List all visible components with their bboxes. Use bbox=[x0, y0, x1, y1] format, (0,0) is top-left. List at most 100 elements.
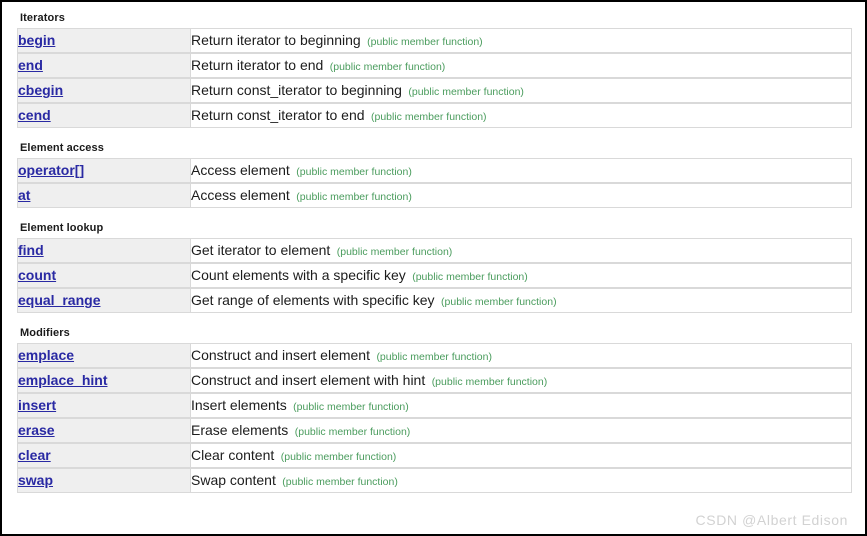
function-name-cell: find bbox=[17, 238, 190, 263]
table-row: cbegin Return const_iterator to beginning… bbox=[17, 78, 852, 103]
table-row: at Access element (public member function… bbox=[17, 183, 852, 208]
function-description: Construct and insert element bbox=[191, 346, 370, 363]
function-link[interactable]: at bbox=[18, 186, 30, 204]
function-description-cell: Clear content (public member function) bbox=[190, 443, 852, 468]
table-row: erase Erase elements (public member funct… bbox=[17, 418, 852, 443]
function-link[interactable]: emplace bbox=[18, 346, 74, 364]
function-description: Count elements with a specific key bbox=[191, 266, 406, 283]
function-link[interactable]: operator[] bbox=[18, 161, 84, 179]
table-row: equal_range Get range of elements with sp… bbox=[17, 288, 852, 313]
function-description-cell: Return const_iterator to end (public mem… bbox=[190, 103, 852, 128]
function-link[interactable]: cbegin bbox=[18, 81, 63, 99]
function-kind-note: (public member function) bbox=[294, 425, 411, 438]
function-kind-note: (public member function) bbox=[282, 475, 398, 488]
function-kind-note: (public member function) bbox=[441, 295, 557, 308]
function-description-cell: Get range of elements with specific key … bbox=[190, 288, 852, 313]
section-iterators: Iterators begin Return iterator to beginni… bbox=[17, 11, 852, 128]
function-kind-note: (public member function) bbox=[367, 35, 483, 48]
function-link[interactable]: erase bbox=[18, 421, 55, 439]
table-row: clear Clear content (public member functi… bbox=[17, 443, 852, 468]
function-link[interactable]: begin bbox=[18, 31, 55, 49]
function-kind-note: (public member function) bbox=[296, 190, 412, 203]
function-name-cell: cbegin bbox=[17, 78, 190, 103]
function-name-cell: cend bbox=[17, 103, 190, 128]
function-description: Return iterator to beginning bbox=[191, 31, 361, 48]
function-name-cell: insert bbox=[17, 393, 190, 418]
function-kind-note: (public member function) bbox=[293, 400, 409, 413]
table-row: emplace Construct and insert element (pub… bbox=[17, 343, 852, 368]
section-title: Element access bbox=[20, 142, 104, 154]
function-table: operator[] Access element (public member … bbox=[17, 158, 852, 208]
reference-page: Iterators begin Return iterator to beginni… bbox=[0, 0, 867, 536]
function-kind-note: (public member function) bbox=[376, 350, 492, 363]
function-name-cell: end bbox=[17, 53, 190, 78]
function-description-cell: Get iterator to element (public member f… bbox=[190, 238, 852, 263]
function-link[interactable]: insert bbox=[18, 396, 56, 414]
function-description: Swap content bbox=[191, 471, 276, 488]
function-link[interactable]: equal_range bbox=[18, 291, 100, 309]
function-kind-note: (public member function) bbox=[431, 375, 548, 388]
function-link[interactable]: find bbox=[18, 241, 44, 259]
function-description: Return iterator to end bbox=[191, 56, 324, 73]
function-name-cell: equal_range bbox=[17, 288, 190, 313]
function-link[interactable]: emplace_hint bbox=[18, 371, 107, 389]
section-modifiers: Modifiers emplace Construct and insert ele… bbox=[17, 326, 852, 493]
section-element-access: Element access operator[] Access element (… bbox=[17, 141, 852, 208]
function-table: emplace Construct and insert element (pub… bbox=[17, 343, 852, 493]
function-link[interactable]: swap bbox=[18, 471, 53, 489]
function-link[interactable]: clear bbox=[18, 446, 51, 464]
function-description-cell: Insert elements (public member function) bbox=[190, 393, 852, 418]
function-kind-note: (public member function) bbox=[329, 60, 446, 73]
function-description-cell: Count elements with a specific key (publ… bbox=[190, 263, 852, 288]
function-description: Insert elements bbox=[191, 396, 287, 413]
function-name-cell: count bbox=[17, 263, 190, 288]
function-description-cell: Access element (public member function) bbox=[190, 158, 852, 183]
table-row: insert Insert elements (public member fun… bbox=[17, 393, 852, 418]
function-name-cell: clear bbox=[17, 443, 190, 468]
function-description: Get range of elements with specific key bbox=[191, 291, 435, 308]
function-kind-note: (public member function) bbox=[336, 245, 453, 258]
function-description-cell: Return const_iterator to beginning (publ… bbox=[190, 78, 852, 103]
function-link[interactable]: end bbox=[18, 56, 43, 74]
function-description-cell: Access element (public member function) bbox=[190, 183, 852, 208]
function-description: Erase elements bbox=[191, 421, 289, 438]
function-description: Get iterator to element bbox=[191, 241, 331, 258]
table-row: cend Return const_iterator to end (public… bbox=[17, 103, 852, 128]
function-description: Access element bbox=[191, 161, 290, 178]
function-name-cell: swap bbox=[17, 468, 190, 493]
table-row: count Count elements with a specific key … bbox=[17, 263, 852, 288]
function-description: Construct and insert element with hint bbox=[191, 371, 426, 388]
function-name-cell: emplace_hint bbox=[17, 368, 190, 393]
table-row: swap Swap content (public member function… bbox=[17, 468, 852, 493]
section-title: Modifiers bbox=[20, 327, 70, 339]
function-kind-note: (public member function) bbox=[412, 270, 528, 283]
section-title: Element lookup bbox=[20, 222, 104, 234]
function-link[interactable]: count bbox=[18, 266, 56, 284]
function-description-cell: Return iterator to end (public member fu… bbox=[190, 53, 852, 78]
function-description-cell: Construct and insert element with hint (… bbox=[190, 368, 852, 393]
function-kind-note: (public member function) bbox=[408, 85, 524, 98]
function-kind-note: (public member function) bbox=[371, 110, 487, 123]
function-kind-note: (public member function) bbox=[296, 165, 412, 178]
table-row: begin Return iterator to beginning (publi… bbox=[17, 28, 852, 53]
section-title: Iterators bbox=[20, 12, 65, 24]
function-link[interactable]: cend bbox=[18, 106, 51, 124]
table-row: operator[] Access element (public member … bbox=[17, 158, 852, 183]
function-description: Return const_iterator to beginning bbox=[191, 81, 402, 98]
function-table: find Get iterator to element (public memb… bbox=[17, 238, 852, 313]
function-name-cell: emplace bbox=[17, 343, 190, 368]
table-row: find Get iterator to element (public memb… bbox=[17, 238, 852, 263]
section-element-lookup: Element lookup find Get iterator to elemen… bbox=[17, 221, 852, 313]
function-name-cell: operator[] bbox=[17, 158, 190, 183]
function-description: Clear content bbox=[191, 446, 275, 463]
function-description: Access element bbox=[191, 186, 290, 203]
function-name-cell: erase bbox=[17, 418, 190, 443]
function-table: begin Return iterator to beginning (publi… bbox=[17, 28, 852, 128]
function-description-cell: Swap content (public member function) bbox=[190, 468, 852, 493]
function-description: Return const_iterator to end bbox=[191, 106, 365, 123]
function-description-cell: Return iterator to beginning (public mem… bbox=[190, 28, 852, 53]
function-name-cell: begin bbox=[17, 28, 190, 53]
function-name-cell: at bbox=[17, 183, 190, 208]
table-row: end Return iterator to end (public member… bbox=[17, 53, 852, 78]
table-row: emplace_hint Construct and insert element… bbox=[17, 368, 852, 393]
